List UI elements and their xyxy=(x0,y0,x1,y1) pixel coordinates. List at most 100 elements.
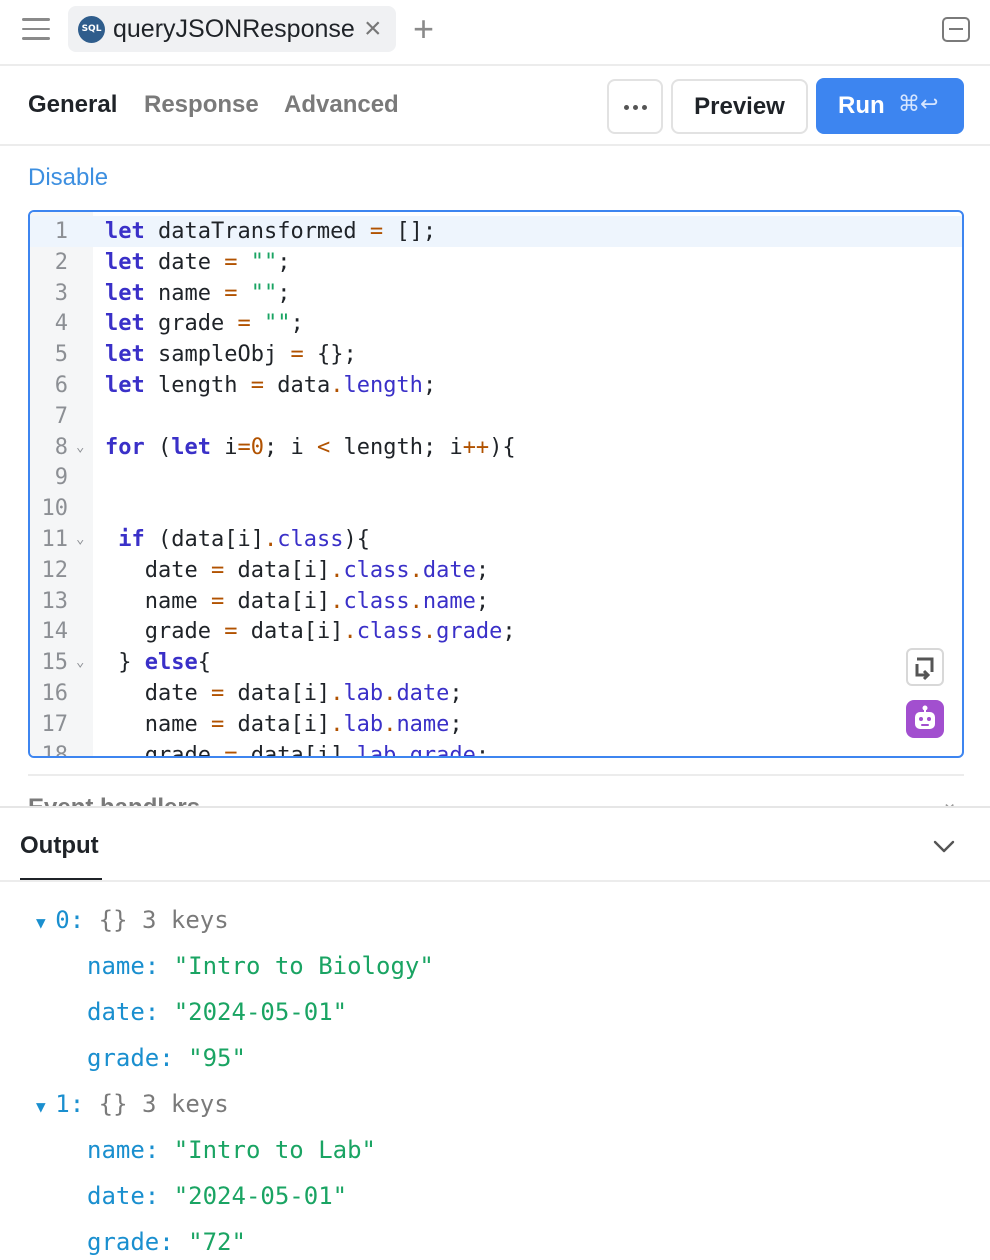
close-icon[interactable]: × xyxy=(364,12,382,46)
chevron-down-icon[interactable] xyxy=(932,834,956,858)
code-line[interactable]: 9 xyxy=(30,462,962,493)
more-options-button[interactable] xyxy=(607,79,663,134)
ai-assistant-icon[interactable] xyxy=(906,700,944,738)
tree-field: date: "2024-05-01" xyxy=(87,1181,347,1211)
code-text: let date = ""; xyxy=(105,249,291,275)
code-line[interactable]: 7 xyxy=(30,401,962,432)
tab-general[interactable]: General xyxy=(28,91,117,119)
code-line[interactable]: 10 xyxy=(30,493,962,524)
field-key: date: xyxy=(87,998,174,1026)
field-value: "95" xyxy=(188,1044,246,1072)
expand-triangle-icon[interactable]: ▼ xyxy=(36,1097,55,1116)
field-value: "72" xyxy=(188,1228,246,1256)
code-line[interactable]: 2 let date = ""; xyxy=(30,247,962,278)
line-number: 5 xyxy=(54,342,68,368)
code-text: grade = data[i].lab.grade; xyxy=(105,742,490,758)
fold-chevron-icon[interactable]: ⌄ xyxy=(76,647,84,678)
expand-triangle-icon[interactable]: ▼ xyxy=(36,913,55,932)
sql-badge-icon: SQL xyxy=(78,16,105,43)
divider xyxy=(28,774,964,776)
output-separator xyxy=(0,880,990,882)
code-text: name = data[i].class.name; xyxy=(105,588,490,614)
line-number: 9 xyxy=(54,465,68,491)
tree-type: {} xyxy=(84,906,142,934)
tab-advanced[interactable]: Advanced xyxy=(284,91,399,119)
run-button[interactable]: Run ⌘↩ xyxy=(816,78,964,134)
field-value: "2024-05-01" xyxy=(173,998,348,1026)
code-text: for (let i=0; i < length; i++){ xyxy=(105,434,516,460)
tree-node[interactable]: ▼ 1: {} 3 keys xyxy=(36,1089,229,1122)
fold-chevron-icon[interactable]: ⌄ xyxy=(76,524,84,555)
code-line[interactable]: 6 let length = data.length; xyxy=(30,370,962,401)
code-text: name = data[i].lab.name; xyxy=(105,711,463,737)
line-number: 8 xyxy=(54,434,68,460)
code-text: let sampleObj = {}; xyxy=(105,342,357,368)
code-line[interactable]: 3 let name = ""; xyxy=(30,278,962,309)
code-line[interactable]: 15 ⌄ } else{ xyxy=(30,647,962,678)
tree-field: grade: "95" xyxy=(87,1043,246,1073)
fold-chevron-icon[interactable]: ⌄ xyxy=(76,432,84,463)
tree-index: 1: xyxy=(55,1090,85,1118)
code-line[interactable]: 16 date = data[i].lab.date; xyxy=(30,678,962,709)
code-line[interactable]: 14 grade = data[i].class.grade; xyxy=(30,616,962,647)
line-number: 18 xyxy=(41,742,69,758)
output-panel: Output ▼ 0: {} 3 keys name: "Intro to Bio… xyxy=(0,806,990,1260)
tree-key-count: 3 keys xyxy=(141,1090,229,1118)
line-number: 14 xyxy=(41,619,69,645)
code-text: date = data[i].lab.date; xyxy=(105,681,463,706)
plus-icon[interactable]: + xyxy=(413,10,434,48)
code-text: if (data[i].class){ xyxy=(118,527,370,552)
tree-type: {} xyxy=(84,1090,142,1118)
event-handlers-label: Event handlers xyxy=(28,794,200,806)
chevron-down-icon: ⌄ xyxy=(941,792,958,806)
line-number: 15 xyxy=(41,650,69,676)
code-line[interactable]: 12 date = data[i].class.date; xyxy=(30,555,962,586)
line-number: 2 xyxy=(54,249,68,275)
field-key: name: xyxy=(87,1136,174,1164)
run-label: Run xyxy=(838,92,885,119)
line-number: 16 xyxy=(41,681,69,706)
code-line[interactable]: 17 name = data[i].lab.name; xyxy=(30,709,962,740)
code-line[interactable]: 8 ⌄ for (let i=0; i < length; i++){ xyxy=(30,432,962,463)
run-shortcut: ⌘↩ xyxy=(898,92,939,117)
code-text: let dataTransformed = []; xyxy=(105,219,437,244)
top-tab-bar: SQL queryJSONResponse × + xyxy=(0,0,990,66)
preview-button[interactable]: Preview xyxy=(671,79,808,134)
line-number: 7 xyxy=(54,403,68,429)
code-editor[interactable]: 1 let dataTransformed = []; 2 let date = ""… xyxy=(28,210,964,758)
format-code-icon[interactable] xyxy=(906,648,944,686)
tree-index: 0: xyxy=(55,906,85,934)
line-number: 1 xyxy=(54,219,68,244)
code-text: date = data[i].class.date; xyxy=(105,557,490,583)
tree-field: name: "Intro to Lab" xyxy=(87,1135,376,1165)
section-toolbar: General Response Advanced Preview Run ⌘↩ xyxy=(0,66,990,146)
field-value: "Intro to Biology" xyxy=(173,952,434,980)
tree-field: name: "Intro to Biology" xyxy=(87,951,434,981)
field-value: "2024-05-01" xyxy=(173,1182,348,1210)
tree-field: grade: "72" xyxy=(87,1227,246,1257)
output-title[interactable]: Output xyxy=(20,832,99,860)
line-number: 3 xyxy=(54,280,68,306)
disable-link[interactable]: Disable xyxy=(28,164,108,192)
field-key: grade: xyxy=(87,1044,189,1072)
menu-icon[interactable] xyxy=(22,18,50,42)
event-handlers-header[interactable]: Event handlers ⌄ xyxy=(28,788,964,806)
code-line[interactable]: 18 grade = data[i].lab.grade; xyxy=(30,740,962,758)
code-line[interactable]: 5 let sampleObj = {}; xyxy=(30,339,962,370)
line-number: 4 xyxy=(54,311,68,337)
tree-key-count: 3 keys xyxy=(141,906,229,934)
code-line[interactable]: 13 name = data[i].class.name; xyxy=(30,586,962,617)
line-number: 6 xyxy=(54,373,68,398)
field-key: name: xyxy=(87,952,174,980)
tab-response[interactable]: Response xyxy=(144,91,259,119)
code-line[interactable]: 1 let dataTransformed = []; xyxy=(30,216,962,247)
line-number: 11 xyxy=(41,527,69,552)
collapse-panel-icon[interactable] xyxy=(942,17,970,42)
code-text: let length = data.length; xyxy=(105,373,437,398)
field-key: grade: xyxy=(87,1228,189,1256)
tree-node[interactable]: ▼ 0: {} 3 keys xyxy=(36,905,229,938)
query-tab-name: queryJSONResponse xyxy=(113,15,355,43)
query-tab[interactable]: SQL queryJSONResponse × xyxy=(68,6,396,52)
code-line[interactable]: 11 ⌄ if (data[i].class){ xyxy=(30,524,962,555)
code-line[interactable]: 4 let grade = ""; xyxy=(30,308,962,339)
